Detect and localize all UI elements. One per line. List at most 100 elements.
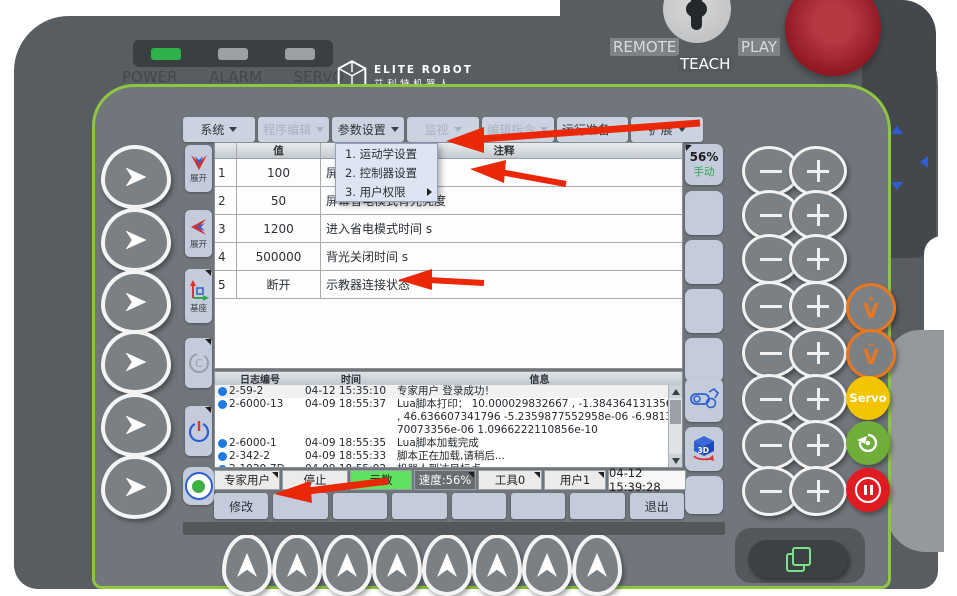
chevron-right-icon (126, 353, 147, 372)
jog-left-button-3[interactable] (101, 270, 171, 334)
expand-left-label: 展开 (190, 238, 207, 250)
speed-up-button[interactable]: + V (846, 283, 896, 333)
pause-button[interactable] (846, 468, 890, 512)
up-arrow-icon (287, 553, 307, 577)
speed-down-button[interactable]: − V (846, 329, 896, 379)
key-head (686, 0, 707, 18)
jog-left-button-6[interactable] (101, 455, 171, 519)
menu-item-user-rights[interactable]: 3. 用户权限 (336, 182, 437, 201)
status-speed[interactable]: 速度:56% (414, 470, 476, 490)
menu-edit-instruction[interactable]: 编辑指令 (482, 117, 554, 142)
table-row[interactable]: 4 500000 背光关闭时间 s (215, 243, 682, 271)
table-row[interactable]: 2 50 屏幕省电模式背光亮度 (215, 187, 682, 215)
key-label-play: PLAY (738, 38, 780, 56)
menu-program-edit[interactable]: 程序编辑 (258, 117, 330, 142)
jog-left-button-1[interactable] (101, 145, 171, 209)
menu-item-kinematics[interactable]: 1. 运动学设置 (336, 144, 437, 163)
log-row[interactable]: 2-6000-1 04-09 18:55:35 Lua脚本加载完成 (215, 437, 682, 450)
cube-3d-icon: 3D (690, 435, 718, 463)
base-frame-button[interactable]: 基座 (185, 269, 212, 323)
table-row[interactable]: 3 1200 进入省电模式时间 s (215, 215, 682, 243)
record-button[interactable] (183, 467, 214, 505)
side-blank-button-4[interactable] (685, 338, 723, 382)
log-row[interactable]: 2-59-2 04-12 15:35:10 专家用户 登录成功！ (215, 385, 682, 398)
side-blank-button-5[interactable] (685, 476, 723, 514)
fkey-blank-6[interactable] (570, 493, 624, 519)
log-row[interactable]: 2-342-2 04-09 18:55:33 脚本正在加载,请稍后... (215, 450, 682, 463)
log-scrollbar[interactable] (668, 385, 682, 467)
menu-system[interactable]: 系统 (183, 117, 255, 142)
minus-icon (760, 444, 782, 447)
side-down-arrow-icon[interactable] (891, 182, 903, 190)
chevron-right-icon (126, 231, 147, 250)
value-header: 值 (237, 143, 321, 158)
side-blank-button-2[interactable] (685, 240, 723, 284)
power-icon (187, 419, 211, 443)
chevron-down-icon (615, 127, 623, 132)
scrollbar-thumb[interactable] (670, 400, 681, 424)
fkey-blank-1[interactable] (273, 493, 327, 519)
fkey-blank-4[interactable] (452, 493, 506, 519)
menu-label: 编辑指令 (487, 121, 535, 138)
menu-extend[interactable]: 扩展 (631, 117, 703, 142)
status-run-state[interactable]: 停止 (282, 470, 348, 490)
jog-left-button-4[interactable] (101, 330, 171, 394)
chevron-right-icon (126, 293, 147, 312)
page-switch-button[interactable] (748, 540, 848, 578)
fkey-blank-5[interactable] (511, 493, 565, 519)
base-frame-label: 基座 (190, 302, 207, 314)
side-blank-button-1[interactable] (685, 191, 723, 235)
menu-bar: 系统 程序编辑 参数设置 监视 编辑指令 运行准备 扩展 (183, 117, 703, 142)
menu-run-prepare[interactable]: 运行准备 (557, 117, 629, 142)
status-user-frame[interactable]: 用户1 (544, 470, 606, 490)
power-led (151, 48, 181, 60)
modify-button[interactable]: 修改 (214, 493, 268, 519)
jog-left-button-5[interactable] (101, 393, 171, 457)
scroll-up-button[interactable] (669, 385, 682, 398)
menu-label: 监视 (425, 121, 449, 138)
expand-down-button[interactable]: 展开 (185, 145, 212, 192)
menu-parameter-settings[interactable]: 参数设置 (332, 117, 404, 142)
table-header: 值 注释 (215, 143, 682, 159)
plus-icon (807, 258, 829, 261)
index-header (215, 143, 237, 158)
pause-icon (855, 477, 881, 503)
side-blank-button-3[interactable] (685, 289, 723, 333)
side-left-arrow-icon[interactable] (920, 156, 928, 168)
menu-label: 扩展 (649, 121, 673, 138)
cycle-c-icon: C (187, 351, 211, 375)
status-tool[interactable]: 工具0 (478, 470, 542, 490)
fkey-blank-2[interactable] (333, 493, 387, 519)
servo-button[interactable]: Servo (846, 376, 890, 420)
menu-monitor[interactable]: 监视 (407, 117, 479, 142)
up-arrow-icon (487, 553, 507, 577)
jog-joystick-icon (689, 387, 719, 413)
power-control-button[interactable] (185, 406, 212, 456)
status-teach-mode[interactable]: 示教 (350, 470, 412, 490)
menu-item-controller[interactable]: 2. 控制器设置 (336, 163, 437, 182)
view-3d-button[interactable]: 3D (685, 427, 723, 471)
log-row[interactable]: 2-6000-13 04-09 18:55:37 Lua脚本打印： 10.000… (215, 398, 682, 437)
speed-mode-button[interactable]: 56% 手动 (685, 144, 723, 185)
status-user[interactable]: 专家用户 (214, 470, 280, 490)
side-up-arrow-icon[interactable] (891, 126, 903, 134)
jog-panel-button[interactable] (685, 378, 723, 422)
pages-icon (786, 547, 810, 571)
jog-left-button-2[interactable] (101, 208, 171, 272)
plus-icon (807, 352, 829, 355)
cycle-mode-button[interactable]: C (185, 338, 212, 388)
record-icon (185, 472, 213, 500)
table-row[interactable]: 5 断开 示教器连接状态 (215, 271, 682, 299)
table-row[interactable]: 1 100 屏幕背光亮度 (215, 159, 682, 187)
exit-button[interactable]: 退出 (630, 493, 684, 519)
chevron-right-icon (126, 478, 147, 497)
menu-label: 系统 (200, 121, 224, 138)
speed-percent: 56% (690, 150, 719, 164)
plus-icon (807, 444, 829, 447)
fkey-blank-3[interactable] (392, 493, 446, 519)
manual-mode-label: 手动 (694, 164, 715, 179)
start-button[interactable] (846, 421, 890, 465)
chevron-down-icon (540, 127, 548, 132)
key-label-remote: REMOTE (610, 38, 679, 56)
expand-left-button[interactable]: 展开 (185, 210, 212, 257)
